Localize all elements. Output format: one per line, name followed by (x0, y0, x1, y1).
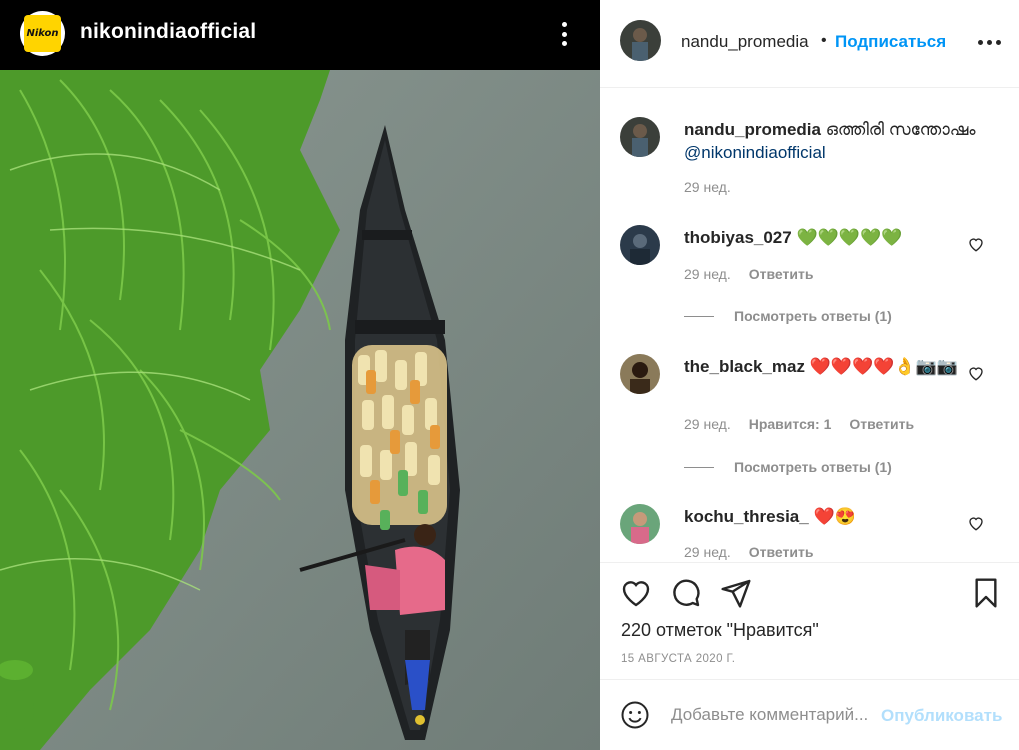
caption-body: ഒത്തിരി സന്തോഷം (820, 120, 976, 139)
share-icon[interactable] (720, 577, 752, 609)
comments-list[interactable]: nandu_promedia ഒത്തിരി സന്തോഷം @nikonind… (600, 89, 1019, 561)
media-header: Nikon nikonindiaofficial (0, 0, 600, 70)
comment-time[interactable]: 29 нед. (684, 416, 731, 432)
heart-icon[interactable] (620, 577, 652, 609)
caption-avatar[interactable] (620, 117, 660, 157)
publish-button[interactable]: Опубликовать (881, 706, 1002, 726)
reply-button[interactable]: Ответить (849, 416, 914, 432)
comment-time[interactable]: 29 нед. (684, 544, 731, 560)
replies-divider (684, 466, 714, 468)
comment-like-heart-icon[interactable] (967, 514, 985, 532)
nikon-logo-icon: Nikon (24, 15, 61, 52)
caption-mention[interactable]: @nikonindiaofficial (684, 143, 826, 162)
comment-meta: 29 нед. Нравится: 1 Ответить (684, 416, 914, 432)
instagram-post-view: Nikon nikonindiaofficial nandu_promedia … (0, 0, 1019, 750)
comment-likes-count[interactable]: Нравится: 1 (749, 416, 832, 432)
replies-divider (684, 315, 714, 317)
comment-avatar[interactable] (620, 504, 660, 544)
author-avatar[interactable] (620, 20, 661, 61)
header-separator: • (821, 32, 827, 49)
comment-text: the_black_maz ❤️❤️❤️❤️👌📷📷 (684, 355, 984, 378)
comment-input[interactable] (671, 705, 871, 725)
boat-photo-image (0, 70, 600, 750)
follow-button[interactable]: Подписаться (835, 32, 946, 52)
view-replies-label[interactable]: Посмотреть ответы (1) (734, 308, 892, 324)
comment-body: 💚💚💚💚💚 (791, 228, 903, 247)
post-actions-bar: 220 отметок "Нравится" 15 АВГУСТА 2020 Г… (600, 562, 1019, 679)
comment-time[interactable]: 29 нед. (684, 266, 731, 282)
reply-button[interactable]: Ответить (749, 266, 814, 282)
caption-text: nandu_promedia ഒത്തിരി സന്തോഷം @nikonind… (684, 118, 984, 164)
comment-meta: 29 нед. Ответить (684, 266, 813, 282)
comment-like-heart-icon[interactable] (967, 235, 985, 253)
reply-button[interactable]: Ответить (749, 544, 814, 560)
comment-username[interactable]: the_black_maz (684, 357, 805, 376)
more-icon[interactable] (978, 40, 1001, 45)
post-sidebar: nandu_promedia • Подписаться nandu_prome… (600, 0, 1019, 750)
comment-icon[interactable] (670, 577, 702, 609)
media-username[interactable]: nikonindiaofficial (80, 20, 256, 44)
caption-meta: 29 нед. (684, 179, 731, 195)
likes-count[interactable]: 220 отметок "Нравится" (621, 620, 819, 641)
author-username[interactable]: nandu_promedia (681, 32, 809, 52)
comment-username[interactable]: thobiyas_027 (684, 228, 792, 247)
comment-username[interactable]: kochu_thresia_ (684, 507, 809, 526)
post-photo[interactable] (0, 70, 600, 750)
bookmark-icon[interactable] (970, 577, 1002, 609)
emoji-icon[interactable] (620, 700, 650, 730)
add-comment-bar: Опубликовать (600, 679, 1019, 750)
comment-avatar[interactable] (620, 225, 660, 265)
comment-text: kochu_thresia_ ❤️😍 (684, 505, 984, 528)
view-replies-label[interactable]: Посмотреть ответы (1) (734, 459, 892, 475)
comment-body: ❤️❤️❤️❤️👌📷📷 (804, 357, 958, 376)
post-date[interactable]: 15 АВГУСТА 2020 Г. (621, 653, 735, 665)
comment-text: thobiyas_027 💚💚💚💚💚 (684, 226, 984, 249)
comment-like-heart-icon[interactable] (967, 364, 985, 382)
nikon-logo-avatar[interactable]: Nikon (20, 11, 65, 56)
vertical-more-icon[interactable] (556, 18, 572, 50)
comment-body: ❤️😍 (808, 507, 856, 526)
comment-meta: 29 нед. Ответить (684, 544, 813, 560)
post-author-header: nandu_promedia • Подписаться (600, 0, 1019, 88)
caption-username[interactable]: nandu_promedia (684, 120, 821, 139)
comment-avatar[interactable] (620, 354, 660, 394)
post-media-column: Nikon nikonindiaofficial (0, 0, 600, 750)
view-replies-button[interactable]: Посмотреть ответы (1) (684, 459, 892, 475)
view-replies-button[interactable]: Посмотреть ответы (1) (684, 308, 892, 324)
caption-time[interactable]: 29 нед. (684, 179, 731, 195)
